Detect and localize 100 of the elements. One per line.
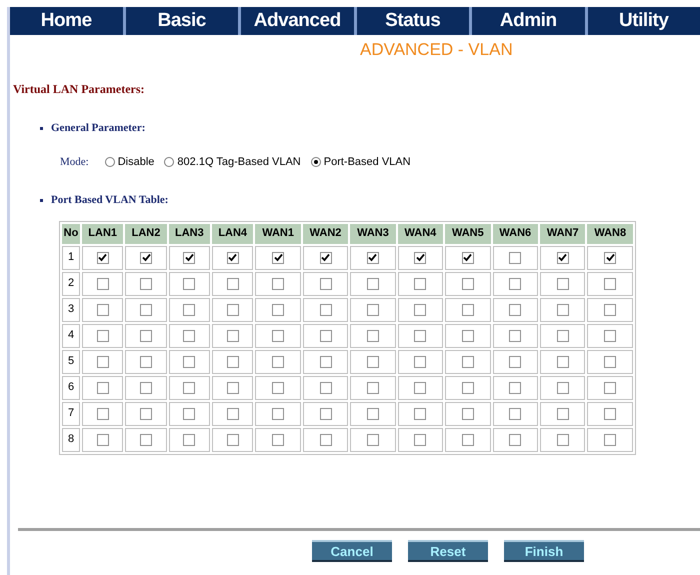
checkbox[interactable]	[366, 330, 379, 342]
checkbox[interactable]	[556, 356, 569, 368]
checkbox[interactable]	[272, 408, 284, 420]
checkbox[interactable]	[320, 278, 332, 290]
action-button[interactable]: Cancel	[312, 540, 392, 562]
checkbox[interactable]	[320, 408, 332, 420]
checkbox[interactable]	[509, 382, 522, 394]
checkbox[interactable]	[183, 382, 196, 394]
checkbox[interactable]	[462, 382, 474, 394]
checkbox[interactable]	[140, 330, 152, 342]
checkbox[interactable]	[272, 434, 284, 446]
checkbox[interactable]	[366, 408, 379, 420]
checkbox[interactable]	[272, 382, 284, 394]
nav-tab[interactable]: Advanced	[241, 7, 354, 35]
nav-tab[interactable]: Utility	[588, 7, 700, 35]
checkbox[interactable]	[414, 356, 426, 368]
checkbox[interactable]	[226, 356, 239, 368]
checkbox[interactable]	[604, 408, 616, 420]
nav-tab[interactable]: Admin	[472, 7, 584, 35]
checkbox[interactable]	[272, 356, 284, 368]
checkbox[interactable]	[556, 330, 569, 342]
checkbox[interactable]	[366, 252, 379, 264]
checkbox[interactable]	[462, 408, 474, 420]
checkbox[interactable]	[366, 382, 379, 394]
checkbox[interactable]	[414, 252, 426, 264]
checkbox[interactable]	[366, 356, 379, 368]
checkbox[interactable]	[414, 382, 426, 394]
checkbox[interactable]	[183, 278, 196, 290]
checkbox[interactable]	[183, 434, 196, 446]
action-button[interactable]: Finish	[504, 540, 584, 562]
checkbox[interactable]	[414, 434, 426, 446]
checkbox[interactable]	[509, 330, 522, 342]
checkbox[interactable]	[96, 356, 109, 368]
checkbox[interactable]	[320, 356, 332, 368]
checkbox[interactable]	[226, 304, 239, 316]
checkbox[interactable]	[462, 434, 474, 446]
checkbox[interactable]	[226, 408, 239, 420]
checkbox[interactable]	[556, 434, 569, 446]
checkbox[interactable]	[183, 408, 196, 420]
checkbox[interactable]	[226, 434, 239, 446]
checkbox[interactable]	[414, 330, 426, 342]
checkbox[interactable]	[556, 382, 569, 394]
checkbox[interactable]	[509, 408, 522, 420]
checkbox[interactable]	[604, 278, 616, 290]
checkbox[interactable]	[604, 252, 616, 264]
checkbox[interactable]	[226, 252, 239, 264]
checkbox[interactable]	[509, 252, 522, 264]
checkbox[interactable]	[556, 304, 569, 316]
checkbox[interactable]	[96, 434, 109, 446]
checkbox[interactable]	[320, 434, 332, 446]
checkbox[interactable]	[414, 278, 426, 290]
checkbox[interactable]	[366, 278, 379, 290]
nav-tab[interactable]: Basic	[126, 7, 238, 35]
checkbox[interactable]	[96, 330, 109, 342]
checkbox[interactable]	[96, 278, 109, 290]
radio-button[interactable]	[310, 156, 321, 167]
checkbox[interactable]	[96, 408, 109, 420]
checkbox[interactable]	[272, 330, 284, 342]
checkbox[interactable]	[414, 408, 426, 420]
checkbox[interactable]	[272, 278, 284, 290]
checkbox[interactable]	[320, 304, 332, 316]
checkbox[interactable]	[96, 382, 109, 394]
checkbox[interactable]	[509, 278, 522, 290]
checkbox[interactable]	[320, 252, 332, 264]
checkbox[interactable]	[604, 434, 616, 446]
checkbox[interactable]	[556, 408, 569, 420]
checkbox[interactable]	[604, 356, 616, 368]
checkbox[interactable]	[140, 278, 152, 290]
checkbox[interactable]	[462, 304, 474, 316]
nav-tab[interactable]: Status	[356, 7, 469, 35]
checkbox[interactable]	[140, 304, 152, 316]
checkbox[interactable]	[96, 252, 109, 264]
checkbox[interactable]	[366, 304, 379, 316]
checkbox[interactable]	[509, 304, 522, 316]
radio-button[interactable]	[104, 156, 115, 167]
checkbox[interactable]	[140, 382, 152, 394]
checkbox[interactable]	[183, 356, 196, 368]
checkbox[interactable]	[96, 304, 109, 316]
checkbox[interactable]	[183, 252, 196, 264]
checkbox[interactable]	[320, 382, 332, 394]
checkbox[interactable]	[272, 304, 284, 316]
checkbox[interactable]	[272, 252, 284, 264]
checkbox[interactable]	[556, 278, 569, 290]
checkbox[interactable]	[462, 252, 474, 264]
checkbox[interactable]	[140, 356, 152, 368]
checkbox[interactable]	[183, 330, 196, 342]
checkbox[interactable]	[366, 434, 379, 446]
nav-tab[interactable]: Home	[10, 7, 122, 35]
checkbox[interactable]	[462, 356, 474, 368]
action-button[interactable]: Reset	[408, 540, 488, 562]
checkbox[interactable]	[509, 434, 522, 446]
checkbox[interactable]	[320, 330, 332, 342]
checkbox[interactable]	[462, 330, 474, 342]
checkbox[interactable]	[604, 304, 616, 316]
checkbox[interactable]	[183, 304, 196, 316]
checkbox[interactable]	[414, 304, 426, 316]
checkbox[interactable]	[226, 278, 239, 290]
checkbox[interactable]	[140, 252, 152, 264]
checkbox[interactable]	[556, 252, 569, 264]
checkbox[interactable]	[604, 330, 616, 342]
